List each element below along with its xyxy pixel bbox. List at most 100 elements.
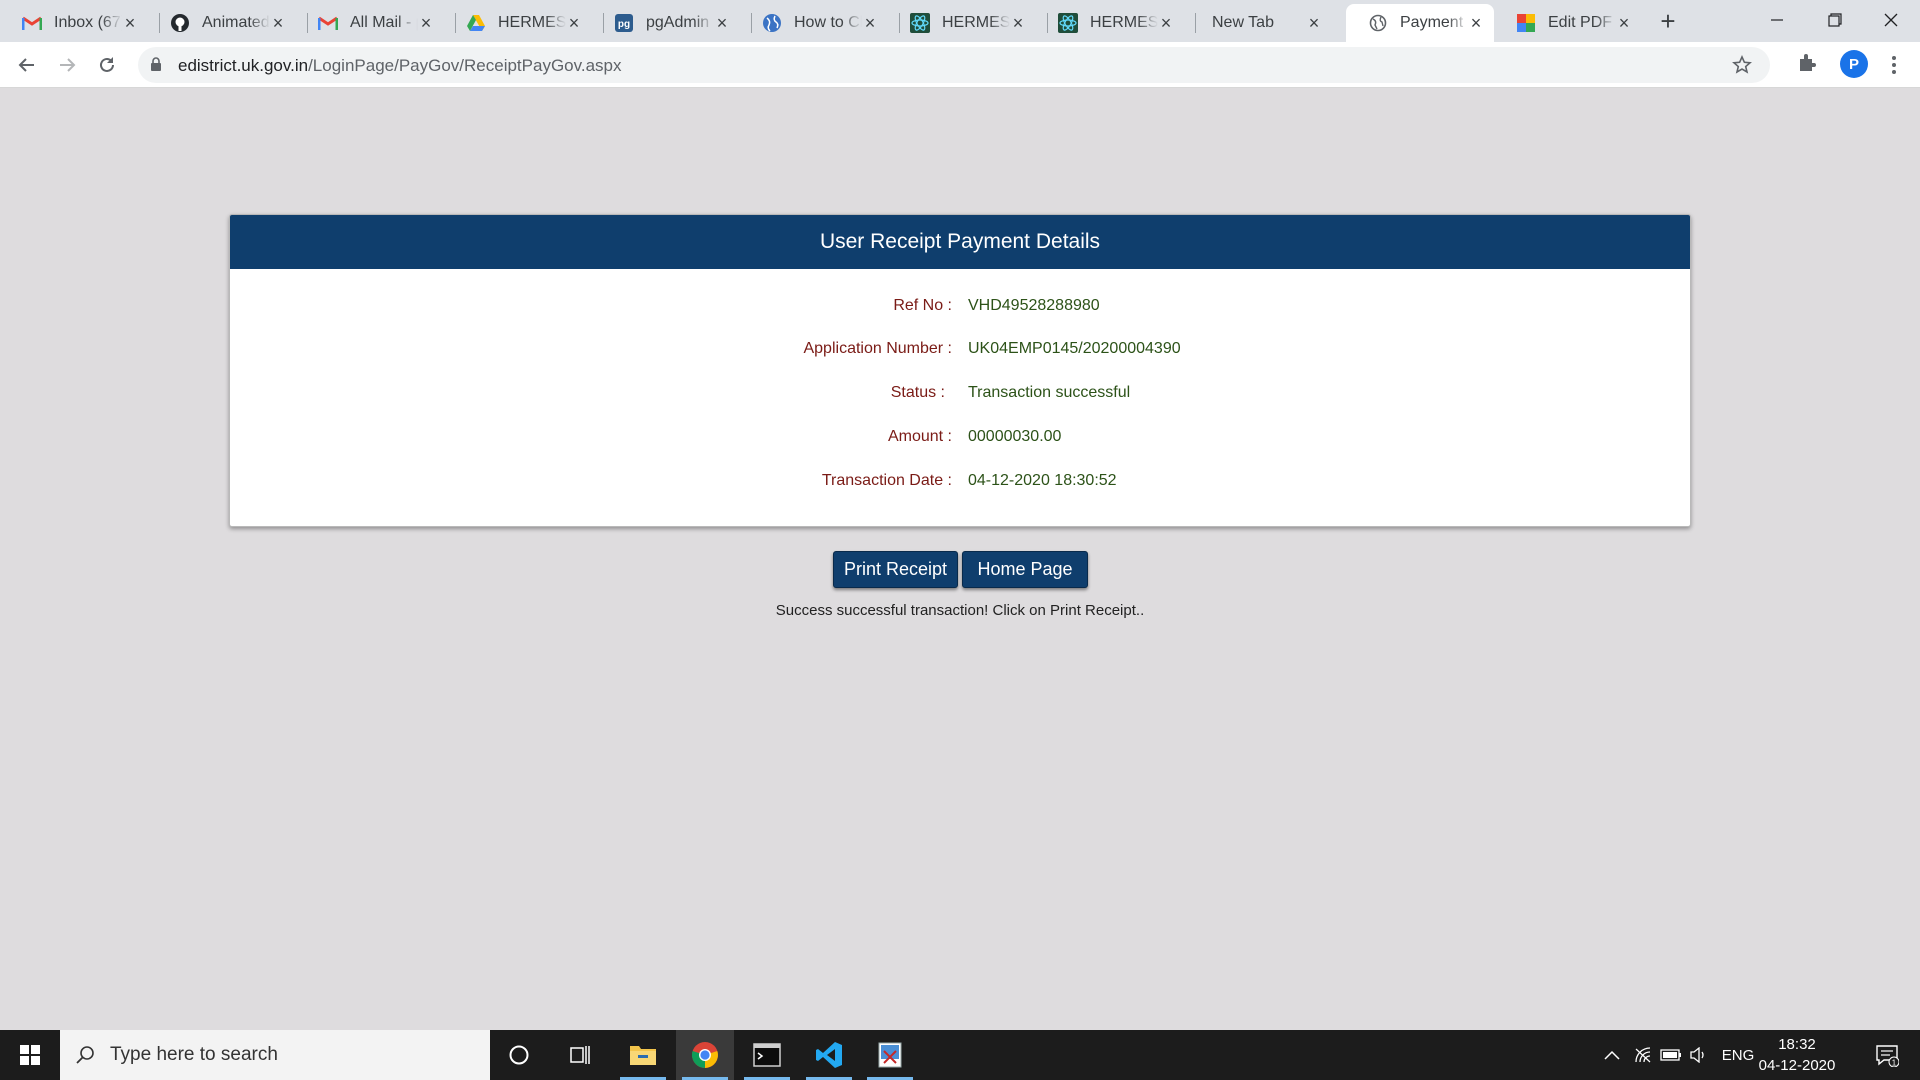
receipt-row-transaction-date: Transaction Date : 04-12-2020 18:30:52 (230, 472, 1690, 496)
tab-title: HERMES - (498, 14, 566, 31)
tab-new-tab[interactable]: New Tab × (1184, 4, 1332, 42)
back-arrow-icon (18, 58, 34, 72)
back-button[interactable] (11, 49, 43, 81)
reload-icon (100, 57, 114, 72)
ref-no-value: VHD49528288980 (968, 297, 1100, 314)
tab-inbox[interactable]: Inbox (67) × (0, 4, 148, 42)
minimize-button[interactable] (1748, 0, 1806, 40)
close-window-button[interactable] (1862, 0, 1920, 40)
home-page-button[interactable]: Home Page (962, 551, 1088, 588)
close-tab-icon[interactable]: × (122, 14, 138, 32)
clock-date: 04-12-2020 (1758, 1057, 1836, 1074)
restore-button[interactable] (1806, 0, 1864, 40)
notification-count: 1 (1892, 1059, 1897, 1068)
url-path: /LoginPage/PayGov/ReceiptPayGov.aspx (308, 56, 622, 75)
tab-payment-receipt[interactable]: Payment R × (1346, 4, 1494, 42)
reload-button[interactable] (91, 49, 123, 81)
cortana-button[interactable] (490, 1030, 548, 1080)
url-host: edistrict.uk.gov.in (178, 56, 309, 75)
restore-icon (1828, 13, 1842, 27)
react-icon (1058, 13, 1078, 33)
print-receipt-button[interactable]: Print Receipt (833, 551, 958, 588)
minimize-icon (1771, 19, 1783, 21)
browser-menu-icon[interactable] (1884, 51, 1904, 79)
vscode-icon (816, 1042, 842, 1068)
chrome-taskbar-button[interactable] (676, 1030, 734, 1080)
close-tab-icon[interactable]: × (862, 14, 878, 32)
notifications-icon: 1 (1876, 1045, 1899, 1068)
receipt-row-amount: Amount : 00000030.00 (230, 428, 1690, 452)
tab-title: All Mail - p (350, 14, 418, 31)
google-drive-icon (466, 13, 486, 33)
vscode-taskbar-button[interactable] (800, 1030, 858, 1080)
profile-avatar[interactable]: P (1840, 50, 1868, 78)
close-tab-icon[interactable]: × (418, 14, 434, 32)
close-tab-icon[interactable]: × (1306, 14, 1322, 32)
tab-animated[interactable]: Animated × (148, 4, 296, 42)
tab-pgadmin[interactable]: pg pgAdmin × (592, 4, 740, 42)
volume-icon[interactable] (1686, 1030, 1712, 1080)
svg-text:pg: pg (618, 19, 630, 30)
transaction-date-label: Transaction Date : (821, 472, 952, 489)
close-icon (1884, 13, 1898, 27)
tab-title: Edit PDF - (1548, 14, 1616, 31)
close-tab-icon[interactable]: × (1468, 14, 1484, 32)
tab-edit-pdf[interactable]: Edit PDF - × (1494, 4, 1642, 42)
tab-hermes-drive[interactable]: HERMES - × (444, 4, 592, 42)
snipping-tool-taskbar-button[interactable] (861, 1030, 919, 1080)
globe-icon (1368, 13, 1388, 33)
tab-title: New Tab (1212, 14, 1274, 31)
tab-title: Inbox (67) (54, 14, 122, 31)
taskbar-clock[interactable]: 18:32 04-12-2020 (1752, 1034, 1842, 1076)
close-tab-icon[interactable]: × (270, 14, 286, 32)
search-icon (60, 1045, 110, 1065)
receipt-row-application-number: Application Number : UK04EMP0145/2020000… (230, 340, 1690, 364)
battery-icon[interactable] (1658, 1030, 1684, 1080)
tab-title: HERMES - (942, 14, 1010, 31)
url-text: edistrict.uk.gov.in/LoginPage/PayGov/Rec… (178, 56, 622, 76)
gmail-icon (318, 13, 338, 33)
browser-toolbar: edistrict.uk.gov.in/LoginPage/PayGov/Rec… (0, 42, 1920, 88)
receipt-title: User Receipt Payment Details (230, 215, 1690, 269)
network-icon[interactable] (1630, 1030, 1656, 1080)
chrome-icon (691, 1042, 718, 1068)
tab-title: Animated (202, 14, 270, 31)
transaction-date-value: 04-12-2020 18:30:52 (968, 472, 1117, 489)
task-view-icon (570, 1046, 590, 1064)
extensions-puzzle-icon[interactable] (1796, 51, 1818, 78)
start-button[interactable] (0, 1030, 60, 1080)
close-tab-icon[interactable]: × (1158, 14, 1174, 32)
file-explorer-button[interactable] (614, 1030, 672, 1080)
status-value: Transaction successful (968, 384, 1131, 401)
windows-logo-icon (20, 1045, 40, 1065)
taskbar-search-box[interactable]: Type here to search (60, 1030, 490, 1080)
tab-title: How to Ch (794, 14, 862, 31)
search-placeholder: Type here to search (110, 1044, 278, 1065)
task-view-button[interactable] (551, 1030, 609, 1080)
close-tab-icon[interactable]: × (1010, 14, 1026, 32)
tab-how-to[interactable]: How to Ch × (740, 4, 888, 42)
globe-icon (762, 13, 782, 33)
tab-hermes-2[interactable]: HERMES - × (1036, 4, 1184, 42)
receipt-row-ref-no: Ref No : VHD49528288980 (230, 297, 1690, 321)
receipt-row-status: Status : Transaction successful (230, 384, 1690, 408)
terminal-taskbar-button[interactable] (738, 1030, 796, 1080)
status-label: Status : (890, 384, 945, 401)
action-center-button[interactable]: 1 (1864, 1030, 1910, 1080)
lock-icon[interactable] (150, 57, 162, 77)
gmail-icon (22, 13, 42, 33)
bookmark-star-icon[interactable] (1732, 55, 1752, 80)
tab-hermes-1[interactable]: HERMES - × (888, 4, 1036, 42)
show-hidden-icons-chevron-icon[interactable] (1598, 1030, 1626, 1080)
pdf-editor-icon (1516, 13, 1536, 33)
cortana-circle-icon (509, 1045, 529, 1065)
tab-title: HERMES - (1090, 14, 1158, 31)
close-tab-icon[interactable]: × (566, 14, 582, 32)
new-tab-button[interactable]: + (1654, 8, 1682, 36)
close-tab-icon[interactable]: × (1616, 14, 1632, 32)
address-bar[interactable]: edistrict.uk.gov.in/LoginPage/PayGov/Rec… (138, 47, 1770, 83)
tab-all-mail[interactable]: All Mail - p × (296, 4, 444, 42)
forward-button[interactable] (51, 49, 83, 81)
close-tab-icon[interactable]: × (714, 14, 730, 32)
amount-value: 00000030.00 (968, 428, 1062, 445)
